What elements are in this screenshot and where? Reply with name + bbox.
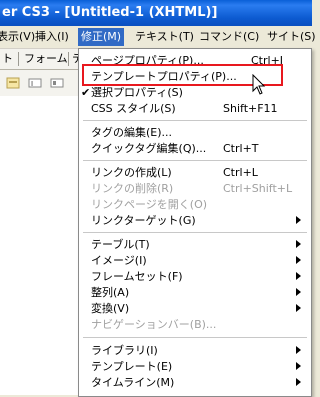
title-bar: er CS3 - [Untitled-1 (XHTML)] [0, 0, 312, 26]
menu-item-template-properties[interactable]: テンプレートプロパティ(P)... [79, 68, 311, 85]
svg-text:I: I [31, 80, 33, 88]
menu-item-css-styles[interactable]: CSS スタイル(S) Shift+F11 [79, 100, 311, 117]
menu-item-convert[interactable]: 変換(V) [79, 300, 311, 317]
menu-item-link-target[interactable]: リンクターゲット(G) [79, 212, 311, 229]
text-field-icon[interactable]: I [28, 76, 42, 90]
checkmark-icon: ✔ [81, 86, 91, 99]
submenu-arrow-icon [296, 256, 301, 264]
tab-divider [68, 52, 69, 66]
menu-item-frameset[interactable]: フレームセット(F) [79, 268, 311, 285]
menu-item-templates[interactable]: テンプレート(E) [79, 358, 311, 375]
menu-command[interactable]: コマンド(C) [196, 28, 262, 46]
form-icon[interactable] [6, 76, 20, 90]
menu-separator [83, 160, 307, 161]
menu-separator [83, 232, 307, 233]
menu-item-quick-tag-editor[interactable]: クイックタグ編集(Q)... Ctrl+T [79, 140, 311, 157]
modify-menu: ページプロパティ(P)... Ctrl+J テンプレートプロパティ(P)... … [78, 48, 312, 397]
submenu-arrow-icon [296, 272, 301, 280]
tab-divider [18, 52, 19, 66]
submenu-arrow-icon [296, 216, 301, 224]
menu-item-page-properties[interactable]: ページプロパティ(P)... Ctrl+J [79, 52, 311, 69]
tab-layout[interactable]: ト [2, 51, 13, 67]
document-workspace[interactable] [0, 96, 78, 395]
submenu-arrow-icon [296, 288, 301, 296]
menu-text[interactable]: テキスト(T) [132, 28, 197, 46]
menu-item-selection-properties[interactable]: ✔ 選択プロパティ(S) [79, 84, 311, 101]
menu-item-open-linked-page: リンクページを開く(O) [91, 198, 208, 211]
mouse-cursor-icon [252, 74, 266, 95]
window-title: er CS3 - [Untitled-1 (XHTML)] [2, 5, 218, 20]
menu-modify[interactable]: 修正(M) [78, 28, 125, 46]
menu-item-remove-link: リンクの削除(R) Ctrl+Shift+L [91, 182, 293, 195]
menu-item-library[interactable]: ライブラリ(I) [79, 342, 311, 359]
menu-item-image[interactable]: イメージ(I) [79, 252, 311, 269]
submenu-arrow-icon [296, 304, 301, 312]
menu-separator [83, 120, 307, 121]
menu-item-navigation-bar: ナビゲーションバー(B)... [91, 318, 217, 331]
menu-item-arrange[interactable]: 整列(A) [79, 284, 311, 301]
menu-item-table[interactable]: テーブル(T) [79, 236, 311, 253]
menu-site[interactable]: サイト(S) [264, 28, 319, 46]
hidden-field-icon[interactable] [50, 76, 64, 90]
menu-separator [83, 337, 307, 338]
menu-bar: 表示(V) 挿入(I) 修正(M) テキスト(T) コマンド(C) サイト(S) [0, 26, 316, 49]
submenu-arrow-icon [296, 378, 301, 386]
menu-insert[interactable]: 挿入(I) [32, 28, 72, 46]
submenu-arrow-icon [296, 240, 301, 248]
tab-form[interactable]: フォーム [24, 51, 68, 67]
menu-item-make-link[interactable]: リンクの作成(L) Ctrl+L [79, 164, 311, 181]
submenu-arrow-icon [296, 362, 301, 370]
insert-toolbar: I [0, 70, 80, 96]
menu-item-edit-tag[interactable]: タグの編集(E)... [79, 124, 311, 141]
menu-item-timeline[interactable]: タイムライン(M) [79, 374, 311, 391]
submenu-arrow-icon [296, 346, 301, 354]
